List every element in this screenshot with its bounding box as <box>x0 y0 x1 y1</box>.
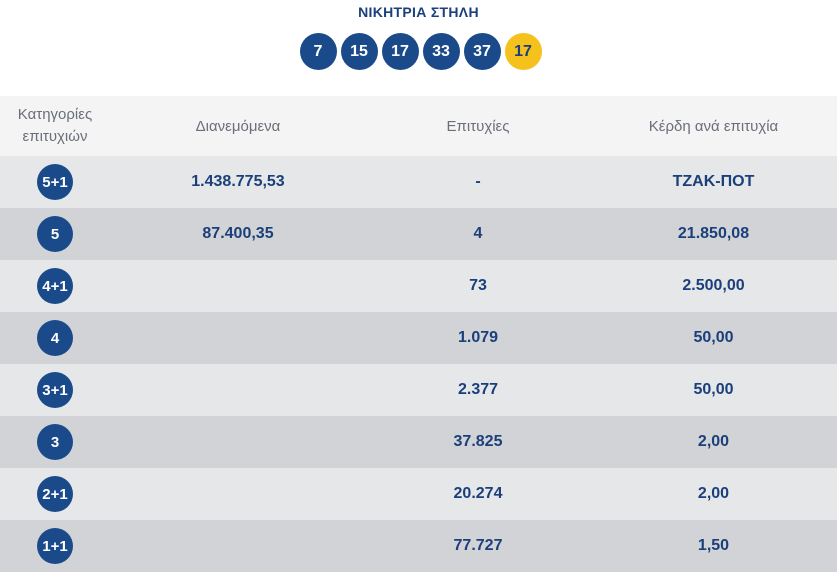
category-cell: 5+1 <box>0 156 110 208</box>
category-cell: 5 <box>0 208 110 260</box>
distributed-cell <box>110 520 366 572</box>
winners-cell: 77.727 <box>453 537 503 554</box>
prize-cell: 1,50 <box>697 537 730 554</box>
prize-table: Κατηγορίες επιτυχιών Διανεμόμενα Επιτυχί… <box>0 96 837 572</box>
number-ball: 17 <box>381 33 419 70</box>
prize-cell: ΤΖΑΚ-ΠΟΤ <box>672 173 755 190</box>
table-row: 3+1 2.377 50,00 <box>0 364 837 416</box>
distributed-cell: 1.438.775,53 <box>191 173 285 190</box>
category-cell: 3 <box>0 416 110 468</box>
number-ball: 33 <box>422 33 460 70</box>
winning-column-section: ΝΙΚΗΤΡΙΑ ΣΤΗΛΗ 7 15 17 33 37 17 <box>0 0 837 96</box>
joker-ball: 17 <box>504 33 542 70</box>
prize-cell: 2,00 <box>697 433 730 450</box>
winners-cell: 1.079 <box>457 329 499 346</box>
header-category-line1: Κατηγορίες <box>17 106 93 123</box>
prize-cell: 2.500,00 <box>682 277 745 294</box>
header-distributed: Διανεμόμενα <box>195 117 281 135</box>
distributed-cell <box>110 468 366 520</box>
number-ball: 37 <box>463 33 501 70</box>
table-row: 4+1 73 2.500,00 <box>0 260 837 312</box>
header-prize: Κέρδη ανά επιτυχία <box>648 117 779 135</box>
prize-table-header: Κατηγορίες επιτυχιών Διανεμόμενα Επιτυχί… <box>0 96 837 156</box>
number-ball: 15 <box>340 33 378 70</box>
winners-cell: - <box>475 173 481 190</box>
distributed-cell <box>110 260 366 312</box>
table-row: 5+1 1.438.775,53 - ΤΖΑΚ-ΠΟΤ <box>0 156 837 208</box>
category-cell: 3+1 <box>0 364 110 416</box>
header-winners: Επιτυχίες <box>446 117 510 135</box>
header-category-line2: επιτυχιών <box>22 128 88 145</box>
category-badge: 2+1 <box>37 476 73 512</box>
category-cell: 2+1 <box>0 468 110 520</box>
prize-cell: 21.850,08 <box>677 225 750 242</box>
winners-cell: 20.274 <box>453 485 503 502</box>
category-badge: 4+1 <box>37 268 73 304</box>
winners-cell: 37.825 <box>453 433 503 450</box>
table-row: 4 1.079 50,00 <box>0 312 837 364</box>
distributed-cell <box>110 312 366 364</box>
winners-cell: 73 <box>469 277 487 294</box>
winners-cell: 4 <box>473 225 483 242</box>
distributed-cell: 87.400,35 <box>202 225 274 242</box>
category-badge: 5 <box>37 216 73 252</box>
number-ball: 7 <box>299 33 337 70</box>
prize-table-body: 5+1 1.438.775,53 - ΤΖΑΚ-ΠΟΤ 5 87.400,35 … <box>0 156 837 572</box>
category-cell: 4 <box>0 312 110 364</box>
table-row: 3 37.825 2,00 <box>0 416 837 468</box>
category-badge: 4 <box>37 320 73 356</box>
prize-cell: 50,00 <box>693 329 734 346</box>
category-badge: 5+1 <box>37 164 73 200</box>
winners-cell: 2.377 <box>457 381 499 398</box>
header-category: Κατηγορίες επιτυχιών <box>0 96 110 156</box>
category-badge: 3 <box>37 424 73 460</box>
prize-cell: 50,00 <box>693 381 734 398</box>
category-cell: 1+1 <box>0 520 110 572</box>
prize-cell: 2,00 <box>697 485 730 502</box>
table-row: 1+1 77.727 1,50 <box>0 520 837 572</box>
category-badge: 3+1 <box>37 372 73 408</box>
winning-numbers: 7 15 17 33 37 17 <box>0 33 837 70</box>
table-row: 5 87.400,35 4 21.850,08 <box>0 208 837 260</box>
winning-column-title: ΝΙΚΗΤΡΙΑ ΣΤΗΛΗ <box>358 4 479 20</box>
distributed-cell <box>110 416 366 468</box>
distributed-cell <box>110 364 366 416</box>
category-cell: 4+1 <box>0 260 110 312</box>
table-row: 2+1 20.274 2,00 <box>0 468 837 520</box>
category-badge: 1+1 <box>37 528 73 564</box>
